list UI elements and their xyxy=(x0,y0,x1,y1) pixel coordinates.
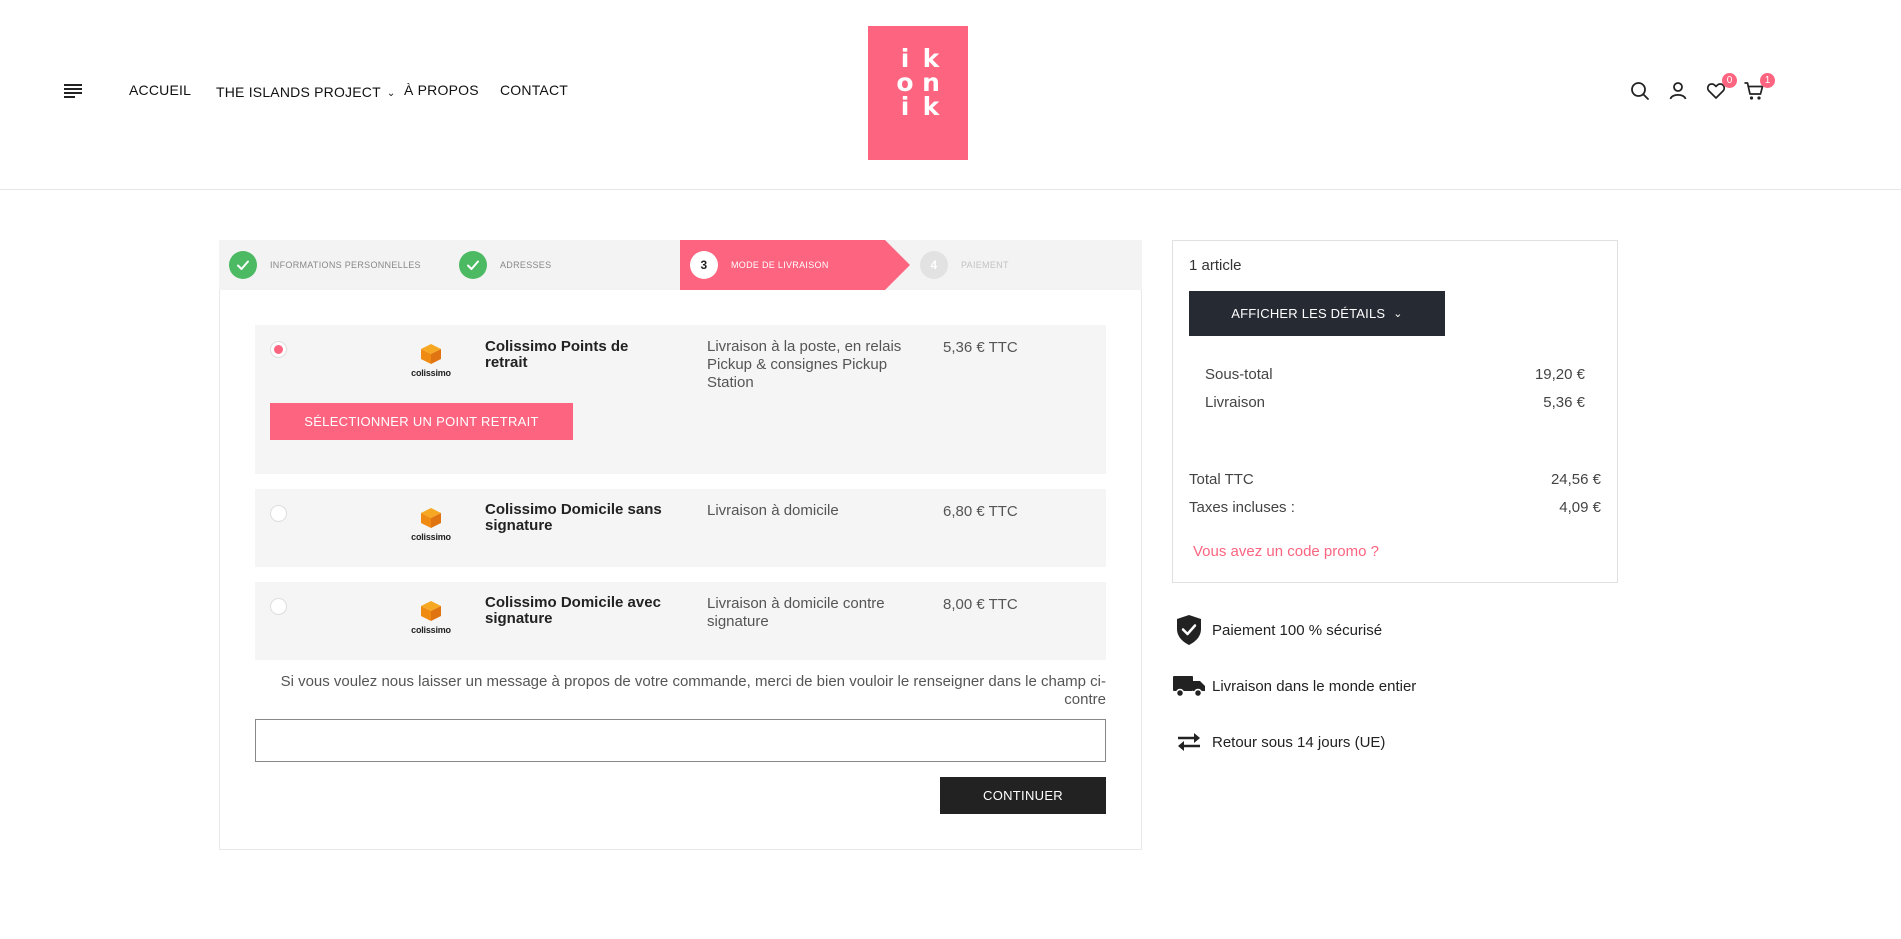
logo-letter: n xyxy=(922,68,940,97)
step-label: ADRESSES xyxy=(500,260,552,270)
subtotal-value: 19,20 € xyxy=(1534,366,1585,383)
order-message-label: Si vous voulez nous laisser un message à… xyxy=(280,673,1106,708)
check-icon xyxy=(229,251,257,279)
exchange-arrows-icon xyxy=(1172,725,1206,759)
delivery-option-name: Colissimo Domicile avec signature xyxy=(485,594,661,627)
checkout-steps: INFORMATIONS PERSONNELLES ADRESSES 3 MOD… xyxy=(219,240,1142,290)
logo-letter: i xyxy=(900,44,910,73)
nav-a-propos[interactable]: À PROPOS xyxy=(404,82,479,98)
reassurance-item: Paiement 100 % sécurisé xyxy=(1172,613,1382,647)
delivery-radio[interactable] xyxy=(270,598,287,615)
delivery-option[interactable]: colissimo Colissimo Domicile sans signat… xyxy=(255,489,1106,567)
nav-contact[interactable]: CONTACT xyxy=(500,82,568,98)
cart-summary: 1 article AFFICHER LES DÉTAILS ⌄ Sous-to… xyxy=(1172,240,1618,583)
reassurance-item: Retour sous 14 jours (UE) xyxy=(1172,725,1385,759)
chevron-down-icon: ⌄ xyxy=(1393,308,1403,320)
menu-icon[interactable] xyxy=(64,84,82,98)
logo-letter: i xyxy=(900,92,910,121)
reassurance-text: Livraison dans le monde entier xyxy=(1212,677,1417,695)
delivery-option-price: 6,80 € TTC xyxy=(943,503,1018,520)
logo-letter: k xyxy=(922,92,940,121)
step-label: INFORMATIONS PERSONNELLES xyxy=(270,260,421,270)
cart-item-count: 1 article xyxy=(1189,257,1242,274)
delivery-option-price: 8,00 € TTC xyxy=(943,596,1018,613)
shipping-value: 5,36 € xyxy=(1543,394,1585,411)
tax-value: 4,09 € xyxy=(1559,499,1601,516)
logo-letter: k xyxy=(922,44,940,73)
select-pickup-point-button[interactable]: SÉLECTIONNER UN POINT RETRAIT xyxy=(270,403,573,440)
chevron-down-icon: ⌄ xyxy=(386,88,396,99)
delivery-option-description: Livraison à la poste, en relais Pickup &… xyxy=(707,338,902,391)
nav-accueil[interactable]: ACCUEIL xyxy=(129,82,191,98)
colissimo-logo: colissimo xyxy=(410,600,452,635)
delivery-radio[interactable] xyxy=(270,341,287,358)
delivery-option-price: 5,36 € TTC xyxy=(943,339,1018,356)
step-number: 4 xyxy=(920,251,948,279)
shipping-label: Livraison xyxy=(1205,394,1266,411)
show-details-label: AFFICHER LES DÉTAILS xyxy=(1231,306,1386,321)
promo-code-link[interactable]: Vous avez un code promo ? xyxy=(1193,543,1379,560)
site-logo[interactable]: i k o n i k xyxy=(868,26,968,160)
cart-count-badge: 1 xyxy=(1760,73,1775,88)
carrier-logo-text: colissimo xyxy=(411,532,451,542)
reassurance-text: Paiement 100 % sécurisé xyxy=(1212,621,1383,639)
continue-button[interactable]: CONTINUER xyxy=(940,777,1106,814)
step-payment: 4 PAIEMENT xyxy=(920,240,1120,290)
logo-letter: o xyxy=(896,68,914,97)
check-icon xyxy=(459,251,487,279)
step-addresses[interactable]: ADRESSES xyxy=(459,240,679,290)
show-details-button[interactable]: AFFICHER LES DÉTAILS ⌄ xyxy=(1189,291,1445,336)
order-message-textarea[interactable] xyxy=(255,719,1106,762)
reassurance-item: Livraison dans le monde entier xyxy=(1172,669,1416,703)
active-step-arrow xyxy=(885,240,910,290)
colissimo-logo: colissimo xyxy=(410,507,452,542)
colissimo-logo: colissimo xyxy=(410,343,452,378)
carrier-logo-text: colissimo xyxy=(411,368,451,378)
tax-label: Taxes incluses : xyxy=(1189,499,1295,516)
account-icon[interactable] xyxy=(1667,80,1689,102)
total-label: Total TTC xyxy=(1189,471,1254,488)
subtotal-label: Sous-total xyxy=(1205,366,1273,383)
site-header: ACCUEIL THE ISLANDS PROJECT ⌄ À PROPOS CO… xyxy=(0,0,1901,190)
search-icon[interactable] xyxy=(1629,80,1651,102)
delivery-radio[interactable] xyxy=(270,505,287,522)
total-value: 24,56 € xyxy=(1550,471,1601,488)
step-personal-info[interactable]: INFORMATIONS PERSONNELLES xyxy=(229,240,449,290)
delivery-option-description: Livraison à domicile contre signature xyxy=(707,595,885,630)
delivery-option[interactable]: colissimo Colissimo Points de retrait Li… xyxy=(255,325,1106,474)
truck-icon xyxy=(1172,669,1206,703)
shield-check-icon xyxy=(1172,613,1206,647)
step-delivery-mode[interactable]: 3 MODE DE LIVRAISON xyxy=(680,240,885,290)
nav-islands-project[interactable]: THE ISLANDS PROJECT ⌄ xyxy=(216,84,395,100)
delivery-option-name: Colissimo Domicile sans signature xyxy=(485,501,662,534)
carrier-logo-text: colissimo xyxy=(411,625,451,635)
delivery-option-description: Livraison à domicile xyxy=(707,502,839,519)
step-number: 3 xyxy=(690,251,718,279)
nav-islands-project-label: THE ISLANDS PROJECT xyxy=(216,84,381,100)
reassurance-text: Retour sous 14 jours (UE) xyxy=(1212,733,1386,751)
cart-icon[interactable]: 1 xyxy=(1743,73,1775,102)
delivery-option[interactable]: colissimo Colissimo Domicile avec signat… xyxy=(255,582,1106,660)
delivery-option-name: Colissimo Points de retrait xyxy=(485,338,629,371)
step-label: PAIEMENT xyxy=(961,260,1009,270)
step-label: MODE DE LIVRAISON xyxy=(731,260,829,270)
wishlist-count-badge: 0 xyxy=(1722,73,1737,88)
wishlist-icon[interactable]: 0 xyxy=(1705,73,1737,102)
